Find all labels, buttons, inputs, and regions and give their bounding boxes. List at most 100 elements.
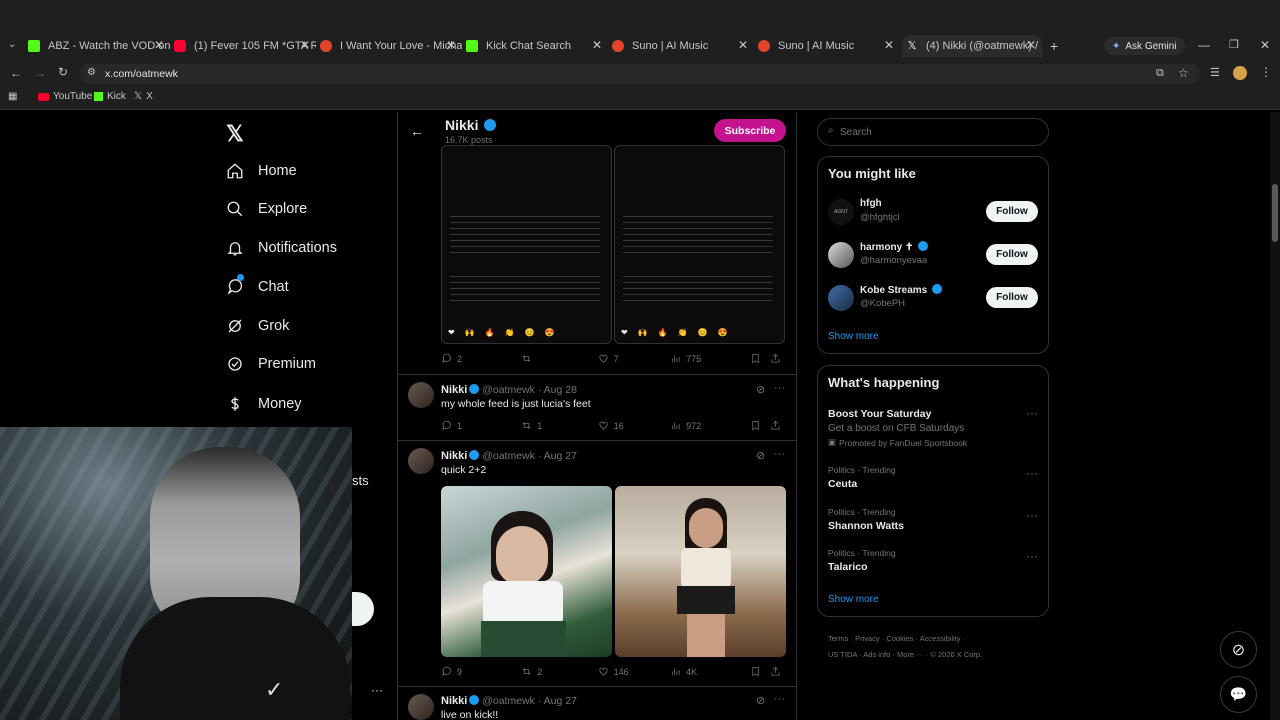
grok-action-icon[interactable]: ⊘ <box>756 694 765 707</box>
tweet-date[interactable]: Aug 27 <box>544 695 577 707</box>
tab-2[interactable]: (1) Fever 105 FM *GTA RAD✕ <box>174 35 316 57</box>
more-dots-icon[interactable]: ··· <box>1026 549 1038 563</box>
more-dots-icon[interactable]: ··· <box>371 683 383 697</box>
tab-5[interactable]: Suno | AI Music ✕ <box>612 35 754 57</box>
nav-grok[interactable]: Grok <box>226 317 289 335</box>
chat-floating-button[interactable]: 💬 <box>1220 676 1257 713</box>
profile-avatar-icon[interactable] <box>1233 66 1247 80</box>
author-name[interactable]: Nikki <box>441 384 467 396</box>
menu-kebab-icon[interactable]: ⋮ <box>1260 65 1272 79</box>
nav-money[interactable]: Money <box>226 395 302 413</box>
more-dots-icon[interactable]: ··· <box>1026 508 1038 522</box>
footer-line[interactable]: US TIDA · Ads info · More ··· · © 2026 X… <box>828 647 982 663</box>
views-button[interactable]: 972 <box>670 420 750 431</box>
minimize-icon[interactable]: — <box>1198 38 1210 52</box>
install-app-icon[interactable]: ⧉ <box>1156 67 1164 80</box>
suggested-user-handle[interactable]: @KobePH <box>860 298 905 309</box>
bookmark-kick[interactable]: Kick <box>94 91 126 102</box>
trend-item[interactable]: Politics · Trending Talarico <box>828 548 896 573</box>
search-input[interactable]: ⌕ Search <box>817 118 1049 146</box>
bookmark-star-icon[interactable]: ☆ <box>1178 66 1189 80</box>
suggested-user-name-row[interactable]: Kobe Streams <box>860 284 943 296</box>
tab-4[interactable]: Kick Chat Search ✕ <box>466 35 608 57</box>
suggested-user-name[interactable]: hfgh <box>860 198 882 209</box>
tweet-media-image-right[interactable]: ❤🙌🔥👏😊😍 <box>614 145 785 344</box>
follow-button[interactable]: Follow <box>986 201 1038 222</box>
subscribe-button[interactable]: Subscribe <box>714 119 786 142</box>
more-dots-icon[interactable]: ··· <box>774 448 785 460</box>
more-dots-icon[interactable]: ··· <box>774 693 785 705</box>
ask-gemini-button[interactable]: ✦ Ask Gemini <box>1104 37 1185 55</box>
restore-icon[interactable]: ❐ <box>1229 38 1239 51</box>
trend-item-promoted[interactable]: Boost Your Saturday Get a boost on CFB S… <box>828 408 1038 448</box>
more-dots-icon[interactable]: ··· <box>774 382 785 394</box>
nav-premium[interactable]: Premium <box>226 355 316 373</box>
bookmark-button[interactable] <box>750 666 770 677</box>
close-window-icon[interactable]: ✕ <box>1260 38 1270 52</box>
apps-grid-icon[interactable]: ▦ <box>8 91 17 102</box>
author-handle[interactable]: @oatmewk <box>482 384 535 396</box>
x-logo-icon[interactable]: 𝕏 <box>226 121 244 147</box>
tweet-photo-right[interactable] <box>615 486 786 657</box>
repost-button[interactable] <box>521 353 597 364</box>
scrollbar-thumb[interactable] <box>1272 184 1278 242</box>
grok-action-icon[interactable]: ⊘ <box>756 449 765 462</box>
bookmark-button[interactable] <box>750 420 770 431</box>
tab-search-icon[interactable]: ☰ <box>1210 66 1220 79</box>
show-more-link[interactable]: Show more <box>828 331 879 342</box>
avatar[interactable] <box>828 285 854 311</box>
author-name[interactable]: Nikki <box>441 695 467 707</box>
tab-list-chevron-icon[interactable]: ⌄ <box>8 39 16 50</box>
close-icon[interactable]: ✕ <box>592 38 602 52</box>
site-info-icon[interactable]: ⚙ <box>87 67 96 78</box>
avatar[interactable] <box>408 382 434 408</box>
nav-chat[interactable]: Chat <box>226 274 289 296</box>
share-button[interactable] <box>770 666 781 677</box>
grok-floating-button[interactable]: ⊘ <box>1220 631 1257 668</box>
close-icon[interactable]: ✕ <box>884 38 894 52</box>
back-icon[interactable]: ← <box>10 66 22 80</box>
reply-button[interactable]: 1 <box>441 420 521 431</box>
share-button[interactable] <box>770 420 781 431</box>
repost-button[interactable]: 2 <box>521 666 597 677</box>
close-icon[interactable]: ✕ <box>1026 38 1036 52</box>
share-button[interactable] <box>770 353 781 364</box>
show-more-link[interactable]: Show more <box>828 594 879 605</box>
follow-button[interactable]: Follow <box>986 244 1038 265</box>
tab-6[interactable]: Suno | AI Music ✕ <box>758 35 900 57</box>
bookmark-button[interactable] <box>750 353 770 364</box>
bookmark-youtube[interactable]: YouTube <box>38 91 92 102</box>
tab-1[interactable]: ABZ - Watch the VOD on Ki ✕ <box>28 35 170 57</box>
like-button[interactable]: 146 <box>598 666 670 677</box>
avatar[interactable] <box>408 694 434 720</box>
repost-button[interactable]: 1 <box>521 420 597 431</box>
like-button[interactable]: 7 <box>598 353 670 364</box>
views-button[interactable]: 4K <box>670 666 750 677</box>
post-button[interactable] <box>352 592 374 626</box>
back-arrow-icon[interactable]: ← <box>410 123 424 139</box>
like-button[interactable]: 16 <box>598 420 670 431</box>
suggested-user-name-row[interactable]: harmony ✝ <box>860 241 929 253</box>
suggested-user-handle[interactable]: @hfghtjcl <box>860 212 900 223</box>
views-button[interactable]: 775 <box>670 353 750 364</box>
tab-7-active[interactable]: 𝕏 (4) Nikki (@oatmewk) / X ✕ <box>902 35 1042 57</box>
footer-links[interactable]: Terms · Privacy · Cookies · Accessibilit… <box>828 631 982 663</box>
tweet-photo-left[interactable] <box>441 486 612 657</box>
author-handle[interactable]: @oatmewk <box>482 450 535 462</box>
more-dots-icon[interactable]: ··· <box>1026 466 1038 480</box>
close-icon[interactable]: ✕ <box>300 38 310 52</box>
nav-partial-label[interactable]: sts <box>352 473 369 488</box>
trend-item[interactable]: Politics · Trending Ceuta <box>828 465 896 490</box>
reply-button[interactable]: 9 <box>441 666 521 677</box>
tweet-date[interactable]: Aug 28 <box>544 384 577 396</box>
trend-item[interactable]: Politics · Trending Shannon Watts <box>828 507 904 532</box>
nav-home[interactable]: Home <box>226 162 297 180</box>
author-handle[interactable]: @oatmewk <box>482 695 535 707</box>
close-icon[interactable]: ✕ <box>446 38 456 52</box>
tweet-date[interactable]: Aug 27 <box>544 450 577 462</box>
reply-button[interactable]: 2 <box>441 353 521 364</box>
close-icon[interactable]: ✕ <box>738 38 748 52</box>
nav-explore[interactable]: Explore <box>226 200 307 218</box>
avatar[interactable] <box>408 448 434 474</box>
avatar[interactable]: AGNT <box>828 199 854 225</box>
